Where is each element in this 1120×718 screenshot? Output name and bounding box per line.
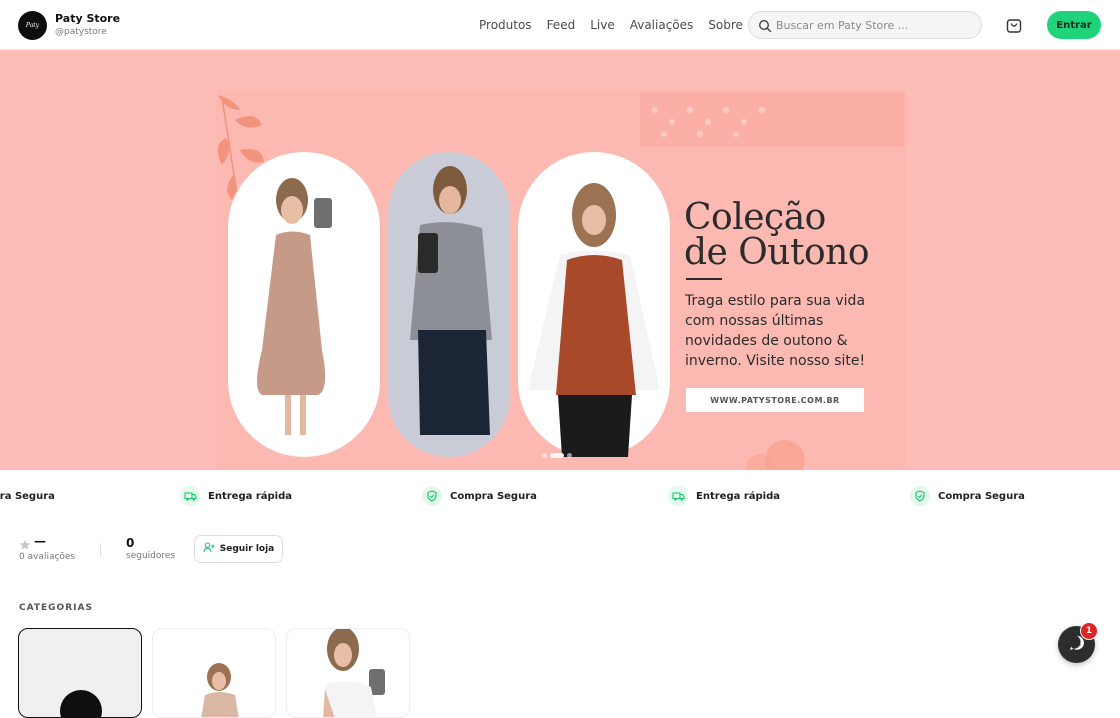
category-card[interactable] <box>152 628 276 718</box>
rating-value: — <box>34 534 46 548</box>
categories-title: CATEGORIAS <box>19 603 93 613</box>
followers-label: seguidores <box>126 551 176 561</box>
stats-divider <box>100 543 101 557</box>
category-card[interactable] <box>286 628 410 718</box>
carousel-dots <box>542 453 572 458</box>
search-input[interactable] <box>776 16 972 35</box>
banner-url: WWW.PATYSTORE.COM.BR <box>686 388 864 412</box>
shopping-bag-icon[interactable] <box>1005 16 1023 38</box>
search-bar <box>748 11 982 39</box>
banner-description: Traga estilo para sua vida com nossas úl… <box>685 293 866 369</box>
carousel-dot[interactable] <box>567 453 572 458</box>
follow-store-label: Seguir loja <box>219 544 275 554</box>
main-nav: Produtos Feed Live Avaliações Sobre <box>479 18 758 32</box>
marquee-item: Compra Segura <box>0 486 55 506</box>
marquee-label: Compra Segura <box>450 490 537 502</box>
shield-check-icon <box>422 486 442 506</box>
marquee-label: Entrega rápida <box>208 490 293 502</box>
user-plus-icon <box>203 542 215 556</box>
logo-text: Paty <box>25 22 40 29</box>
chat-notification-badge: 1 <box>1080 622 1098 640</box>
carousel-dot[interactable] <box>542 453 547 458</box>
store-logo[interactable]: Paty <box>18 11 47 40</box>
store-handle: @patystore <box>55 27 107 37</box>
top-header: Paty Paty Store @patystore Produtos Feed… <box>0 0 1120 50</box>
store-name[interactable]: Paty Store <box>55 12 120 25</box>
marquee-label: Compra Segura <box>0 490 55 502</box>
search-icon <box>758 18 772 37</box>
nav-item-feed[interactable]: Feed <box>547 18 576 32</box>
marquee-item: Entrega rápida <box>180 486 292 506</box>
login-button[interactable]: Entrar <box>1047 11 1101 39</box>
category-thumbnail <box>201 663 239 717</box>
shield-check-icon <box>910 486 930 506</box>
marquee-label: Compra Segura <box>938 490 1025 502</box>
title-underline <box>686 278 722 280</box>
banner-title: Coleção de Outono <box>684 197 870 273</box>
nav-item-produtos[interactable]: Produtos <box>479 18 532 32</box>
nav-item-avaliacoes[interactable]: Avaliações <box>630 18 694 32</box>
rating-count: 0 avaliações <box>19 552 76 562</box>
marquee-label: Entrega rápida <box>696 490 781 502</box>
marquee-item: Compra Segura <box>422 486 537 506</box>
marquee-item: Compra Segura <box>910 486 1025 506</box>
category-all-icon <box>60 690 102 717</box>
marquee-item: Entrega rápida <box>668 486 780 506</box>
carousel-dot-active[interactable] <box>550 453 564 458</box>
followers-value: 0 <box>126 536 135 550</box>
nav-item-sobre[interactable]: Sobre <box>708 18 743 32</box>
category-card-selected[interactable] <box>18 628 142 718</box>
follow-store-button[interactable]: Seguir loja <box>194 535 283 563</box>
category-thumbnail <box>323 629 385 717</box>
nav-item-live[interactable]: Live <box>590 18 615 32</box>
truck-icon <box>668 486 688 506</box>
hero-banner[interactable]: Coleção de Outono Traga estilo para sua … <box>0 50 1120 470</box>
truck-icon <box>180 486 200 506</box>
benefits-marquee: Compra Segura Entrega rápida Compra Segu… <box>0 470 1120 518</box>
banner-artwork <box>216 90 906 470</box>
